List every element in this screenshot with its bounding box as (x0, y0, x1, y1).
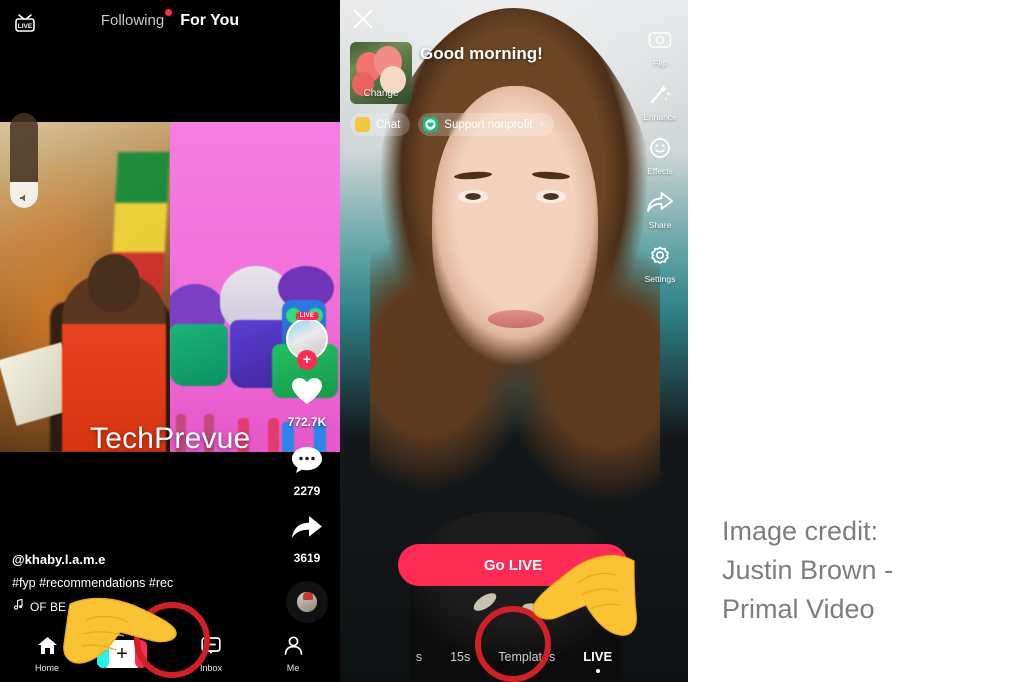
credit-line-3: Primal Video (722, 594, 875, 625)
credit-line-2: Justin Brown - (722, 555, 894, 586)
nav-item-me[interactable]: Me (264, 635, 322, 673)
tool-flip[interactable]: Flip (636, 28, 684, 68)
mode-active-dot (595, 669, 600, 673)
home-icon (37, 636, 58, 659)
chip-chat-label: Chat (376, 118, 401, 131)
share-button[interactable]: 3619 (284, 514, 330, 567)
inbox-icon (201, 636, 221, 659)
tab-following[interactable]: Following (100, 9, 173, 29)
creator-avatar[interactable]: LIVE + (286, 312, 328, 370)
music-disc-icon[interactable] (286, 581, 328, 623)
avatar-live-badge: LIVE (295, 312, 319, 320)
gear-icon (647, 246, 673, 272)
speaker-icon (19, 190, 29, 202)
tiktok-feed-panel: TechPrevue LIVE Following For You LIVE +… (0, 0, 340, 682)
tool-enhance[interactable]: Enhance (636, 82, 684, 122)
like-count: 772.7K (287, 415, 327, 429)
like-button[interactable]: 772.7K (284, 376, 330, 431)
tool-enhance-label: Enhance (643, 112, 677, 122)
screenshot-stage: TechPrevue LIVE Following For You LIVE +… (0, 0, 1024, 682)
cover-thumbnail[interactable]: Change (350, 42, 412, 104)
magic-wand-icon (647, 85, 673, 110)
mode-templates[interactable]: Templates (498, 650, 555, 664)
heart-icon (284, 376, 330, 411)
tool-settings[interactable]: Settings (636, 244, 684, 284)
nav-label-inbox: Inbox (199, 662, 223, 673)
feed-tabs: Following For You (0, 9, 340, 30)
mode-60s[interactable]: s (416, 650, 422, 664)
share-arrow-icon (646, 192, 674, 218)
tool-effects-label: Effects (647, 166, 673, 176)
tool-share-label: Share (648, 220, 672, 230)
nav-label-me: Me (286, 662, 300, 673)
feed-action-rail: LIVE + 772.7K 2279 3619 (284, 312, 330, 623)
chat-bubble-icon (355, 117, 370, 132)
feed-top-bar: LIVE Following For You (0, 0, 340, 46)
tab-following-label: Following (100, 12, 165, 29)
comment-count: 2279 (293, 484, 321, 498)
image-credit: Image credit: Justin Brown - Primal Vide… (722, 512, 1012, 629)
nonprofit-heart-icon (423, 117, 439, 132)
person-icon (284, 635, 303, 659)
live-mode-tab[interactable]: LIVE (583, 649, 613, 673)
chip-chat[interactable]: Chat (350, 113, 411, 136)
following-notification-dot (165, 9, 173, 16)
tool-effects[interactable]: Effects (636, 136, 684, 176)
follow-button[interactable]: + (297, 350, 317, 370)
mode-live-label: LIVE (583, 649, 613, 664)
smiley-effects-icon (647, 138, 673, 164)
live-stream-title[interactable]: Good morning! (420, 44, 620, 64)
chevron-right-icon: › (540, 119, 544, 130)
create-plus-glyph: + (116, 643, 128, 665)
live-tools-rail: Flip Enhance Effects Share Settings (636, 28, 684, 298)
cover-change-label: Change (363, 88, 399, 99)
tool-share[interactable]: Share (636, 190, 684, 230)
music-note-icon (12, 598, 23, 614)
capture-mode-strip: s 15s Templates LIVE (340, 649, 688, 673)
comment-button[interactable]: 2279 (284, 445, 330, 500)
mode-15s[interactable]: 15s (450, 650, 470, 664)
comment-icon (284, 445, 330, 480)
share-count: 3619 (293, 551, 321, 565)
tab-for-you[interactable]: For You (180, 12, 239, 30)
camera-flip-icon (647, 31, 673, 56)
pointing-hand-icon-right (520, 545, 638, 641)
credit-line-1: Image credit: (722, 516, 879, 546)
nav-item-inbox[interactable]: Inbox (182, 636, 240, 673)
live-option-chips: Chat Support nonprofit › (350, 113, 554, 136)
chip-support-nonprofit[interactable]: Support nonprofit › (418, 113, 554, 136)
chip-nonprofit-label: Support nonprofit (444, 118, 533, 131)
tool-settings-label: Settings (644, 274, 676, 284)
volume-slider[interactable] (10, 113, 38, 208)
close-x-icon[interactable] (352, 8, 374, 30)
caption-username[interactable]: @khaby.l.a.m.e (12, 552, 262, 567)
tool-flip-label: Flip (653, 58, 667, 68)
share-arrow-icon (284, 514, 330, 547)
